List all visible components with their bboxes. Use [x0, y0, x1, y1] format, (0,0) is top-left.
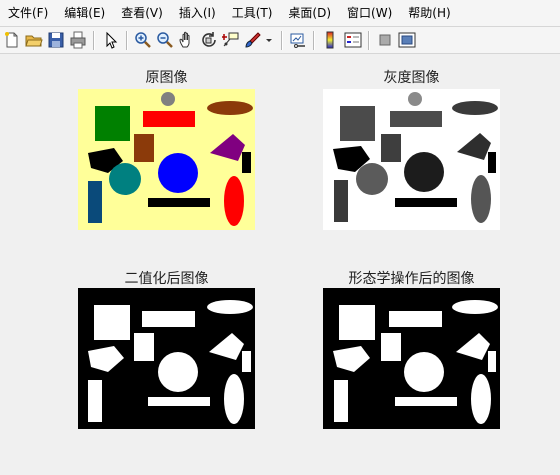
toolbar-separator	[313, 31, 315, 50]
new-figure-icon[interactable]	[2, 30, 22, 50]
shape-navy-rect	[88, 181, 102, 223]
morph-image-axes	[323, 288, 500, 429]
shape-brown-rect	[381, 134, 401, 162]
shape-ellipse	[452, 300, 498, 314]
shape-vertical-rect	[88, 380, 102, 422]
morph-image-title: 形态学操作后的图像	[348, 271, 475, 287]
shape-red-ellipse	[471, 175, 491, 223]
shape-teal-circle	[356, 163, 388, 195]
gray-image-title: 灰度图像	[383, 70, 440, 86]
menu-desktop[interactable]: 桌面(D)	[280, 0, 339, 26]
brush-dropdown-icon[interactable]	[264, 30, 274, 50]
shape-black-line	[395, 198, 457, 207]
shape-black-line	[148, 198, 210, 207]
menu-file[interactable]: 文件(F)	[0, 0, 56, 26]
colorbar-icon[interactable]	[320, 30, 340, 50]
shape-line	[148, 397, 210, 406]
pan-icon[interactable]	[177, 30, 197, 50]
shape-vertical-ellipse	[471, 374, 491, 424]
menu-view[interactable]: 查看(V)	[113, 0, 171, 26]
rotate-3d-icon[interactable]	[199, 30, 219, 50]
shape-vertical-ellipse	[224, 374, 244, 424]
shape-brown-rect	[134, 134, 154, 162]
menu-tools[interactable]: 工具(T)	[224, 0, 281, 26]
gray-image-axes	[323, 89, 500, 230]
shape-circle	[158, 352, 198, 392]
brush-icon[interactable]	[243, 30, 263, 50]
menu-help[interactable]: 帮助(H)	[400, 0, 458, 26]
shape-blue-circle	[158, 153, 198, 193]
shape-blue-circle	[404, 152, 444, 192]
shape-red-ellipse	[224, 176, 244, 226]
shape-gray-circle	[161, 92, 175, 106]
shape-rect	[389, 311, 442, 327]
shape-green-square	[340, 106, 375, 141]
shape-bar	[488, 351, 496, 372]
legend-icon[interactable]	[343, 30, 363, 50]
figure-toolbar	[0, 26, 560, 54]
shape-black-bar	[242, 152, 251, 173]
hide-plot-tools-icon[interactable]	[375, 30, 395, 50]
toolbar-separator	[126, 31, 128, 50]
menu-insert[interactable]: 插入(I)	[171, 0, 224, 26]
shape-small-rect	[381, 333, 401, 361]
shape-square	[339, 305, 375, 340]
menu-edit[interactable]: 编辑(E)	[56, 0, 113, 26]
link-plot-icon[interactable]	[288, 30, 308, 50]
shape-brown-ellipse	[207, 101, 253, 115]
toolbar-separator	[368, 31, 370, 50]
data-cursor-icon[interactable]	[221, 30, 241, 50]
pointer-icon[interactable]	[101, 30, 121, 50]
zoom-in-icon[interactable]	[133, 30, 153, 50]
shape-gray-circle	[408, 92, 422, 106]
zoom-out-icon[interactable]	[155, 30, 175, 50]
menu-window[interactable]: 窗口(W)	[339, 0, 400, 26]
shape-square	[94, 305, 130, 340]
shape-red-rect	[390, 111, 442, 127]
shape-black-bar	[488, 152, 496, 173]
shape-navy-rect	[334, 180, 348, 222]
shape-green-square	[95, 106, 130, 141]
toolbar-separator	[281, 31, 283, 50]
binary-image-axes	[78, 288, 255, 429]
menu-bar: 文件(F) 编辑(E) 查看(V) 插入(I) 工具(T) 桌面(D) 窗口(W…	[0, 0, 560, 26]
shape-vertical-rect	[334, 380, 348, 422]
original-image-title: 原图像	[145, 70, 188, 86]
shape-bar	[242, 351, 251, 372]
shape-small-rect	[134, 333, 154, 361]
shape-circle	[404, 352, 444, 392]
save-icon[interactable]	[46, 30, 66, 50]
print-icon[interactable]	[68, 30, 88, 50]
shape-red-rect	[143, 111, 195, 127]
show-plot-tools-icon[interactable]	[397, 30, 417, 50]
shape-teal-circle	[109, 163, 141, 195]
shape-brown-ellipse	[452, 101, 498, 115]
toolbar-separator	[93, 31, 95, 50]
binary-image-title: 二值化后图像	[124, 271, 209, 287]
open-file-icon[interactable]	[24, 30, 44, 50]
original-image-axes	[78, 89, 255, 230]
shape-ellipse	[207, 300, 253, 314]
shape-rect	[142, 311, 195, 327]
shape-line	[395, 397, 457, 406]
